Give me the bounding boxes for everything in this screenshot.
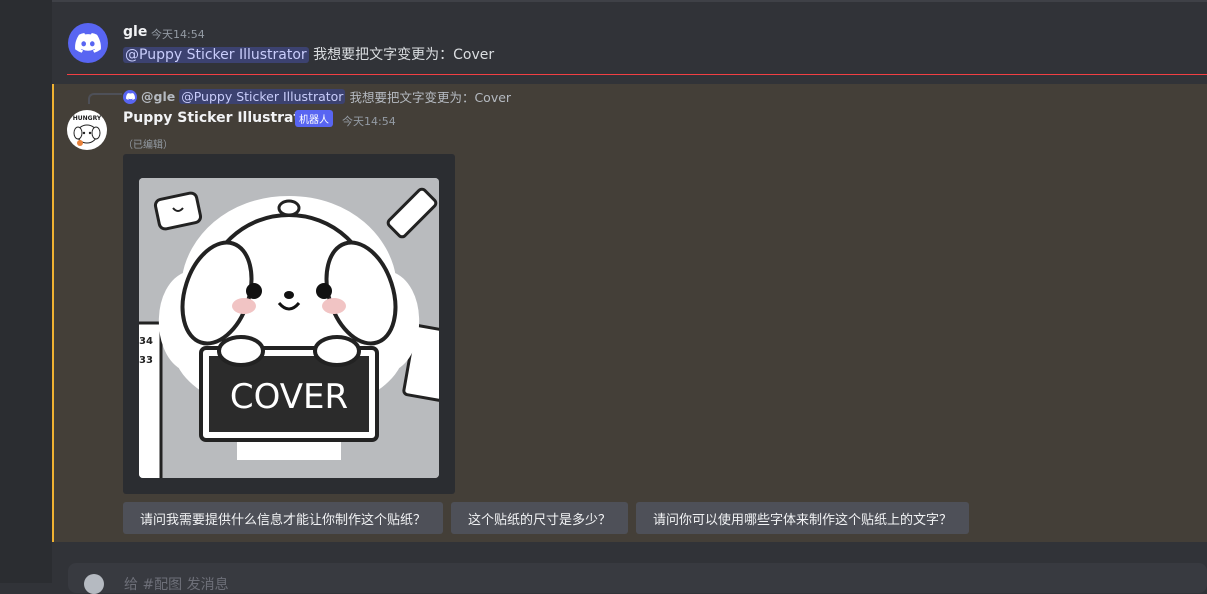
reply-avatar bbox=[123, 89, 137, 104]
edited-label: （已编辑） bbox=[123, 140, 173, 151]
reply-text: 我想要把文字变更为：Cover bbox=[349, 90, 512, 105]
message-content: @Puppy Sticker Illustrator 我想要把文字变更为：Cov… bbox=[123, 44, 494, 64]
message-text: 我想要把文字变更为：Cover bbox=[308, 47, 495, 63]
message-input[interactable]: 给 #配图 发消息 bbox=[124, 574, 229, 594]
bot-badge: 机器人 bbox=[295, 110, 333, 127]
discord-logo-icon bbox=[75, 33, 101, 53]
ruler-doodle-icon: 34 33 bbox=[139, 321, 163, 478]
reply-preview[interactable]: @gle @Puppy Sticker Illustrator 我想要把文字变更… bbox=[123, 87, 511, 106]
mention-tag[interactable]: @Puppy Sticker Illustrator bbox=[123, 47, 309, 63]
image-embed[interactable]: 34 33 COVER bbox=[123, 154, 455, 494]
message-author[interactable]: gle bbox=[123, 24, 147, 40]
reply-author[interactable]: @gle bbox=[141, 89, 175, 104]
new-messages-divider bbox=[67, 74, 1207, 75]
reply-spine bbox=[88, 93, 122, 104]
message-timestamp: 今天14:54 bbox=[342, 115, 396, 128]
suggestion-button[interactable]: 这个贴纸的尺寸是多少？ bbox=[451, 502, 629, 534]
suggestion-buttons: 请问我需要提供什么信息才能让你制作这个贴纸？ 这个贴纸的尺寸是多少？ 请问你可以… bbox=[123, 502, 970, 534]
message-timestamp: 今天14:54 bbox=[151, 28, 205, 41]
chat-area: gle 今天14:54 @Puppy Sticker Illustrator 我… bbox=[52, 0, 1207, 543]
sign-text: COVER bbox=[230, 377, 348, 417]
sticker-image[interactable]: 34 33 COVER bbox=[139, 178, 439, 478]
bot-name[interactable]: Puppy Sticker Illustrator bbox=[123, 110, 317, 126]
top-divider bbox=[52, 0, 1207, 2]
sign-board: COVER bbox=[199, 335, 379, 442]
server-sidebar bbox=[0, 0, 52, 583]
add-attachment-icon[interactable] bbox=[84, 574, 104, 594]
ruler-number: 34 bbox=[139, 336, 153, 347]
message-input-box[interactable]: 给 #配图 发消息 bbox=[68, 563, 1207, 594]
message-bot: @gle @Puppy Sticker Illustrator 我想要把文字变更… bbox=[52, 84, 1207, 542]
discord-logo-icon bbox=[125, 93, 135, 100]
bot-avatar[interactable]: HUNGRY bbox=[67, 110, 107, 150]
message-user: gle 今天14:54 @Puppy Sticker Illustrator 我… bbox=[52, 15, 1207, 75]
ruler-number: 33 bbox=[139, 355, 153, 366]
puppy-avatar-icon: HUNGRY bbox=[73, 115, 102, 146]
suggestion-button[interactable]: 请问我需要提供什么信息才能让你制作这个贴纸？ bbox=[123, 502, 444, 534]
suggestion-button[interactable]: 请问你可以使用哪些字体来制作这个贴纸上的文字？ bbox=[636, 502, 970, 534]
reply-mention[interactable]: @Puppy Sticker Illustrator bbox=[179, 89, 346, 104]
note-doodle-icon bbox=[153, 191, 203, 231]
avatar-text: HUNGRY bbox=[73, 115, 102, 122]
user-avatar[interactable] bbox=[68, 23, 108, 63]
puppy-sticker-icon: 34 33 COVER bbox=[139, 178, 439, 478]
